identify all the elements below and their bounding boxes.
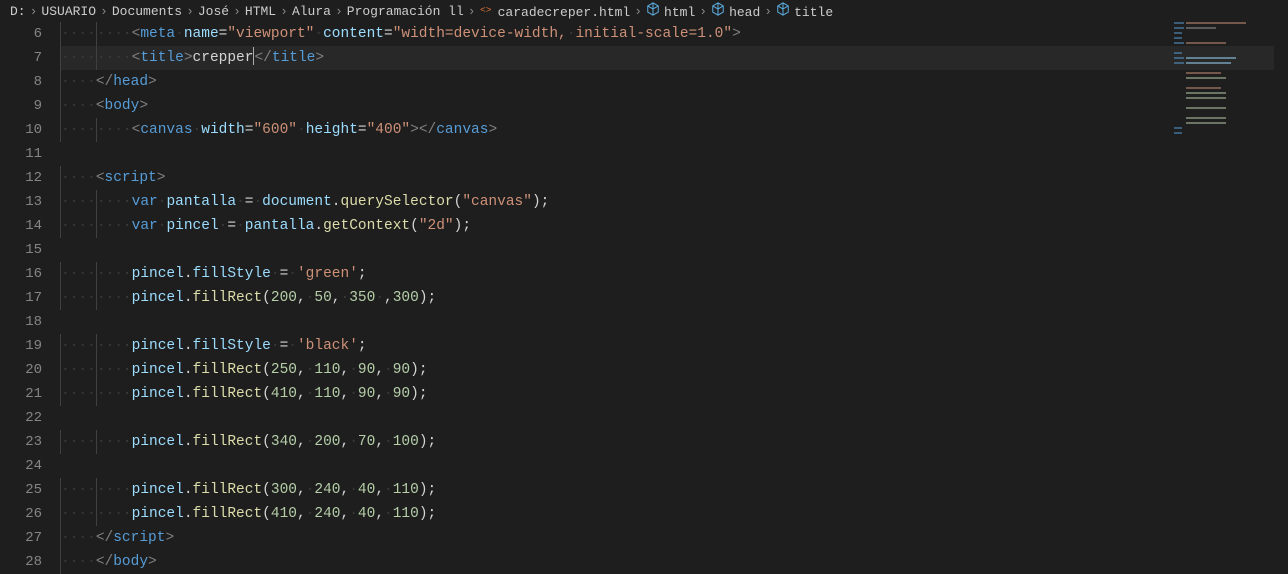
code-line[interactable]: ····</head> [60,70,1288,94]
breadcrumb-item[interactable]: José [198,4,229,19]
code-line[interactable]: ········var·pantalla·=·document.querySel… [60,190,1288,214]
line-number: 19 [0,334,42,358]
breadcrumb-item[interactable]: USUARIO [41,4,96,19]
breadcrumb-label: html [664,5,695,20]
chevron-right-icon: › [186,4,194,19]
line-number: 26 [0,502,42,526]
chevron-right-icon: › [699,4,707,19]
line-number: 6 [0,22,42,46]
breadcrumb-item[interactable]: title [776,2,833,20]
breadcrumb-item[interactable]: HTML [245,4,276,19]
breadcrumb-label: Documents [112,4,182,19]
code-line[interactable]: ········pincel.fillRect(300,·240,·40,·11… [60,478,1288,502]
chevron-right-icon: › [634,4,642,19]
line-number: 13 [0,190,42,214]
breadcrumb-item[interactable]: Documents [112,4,182,19]
symbol-icon [646,2,660,16]
chevron-right-icon: › [335,4,343,19]
breadcrumb-item[interactable]: Programación ll [347,4,464,19]
line-number: 25 [0,478,42,502]
code-line[interactable]: ········<title>crepper</title> [60,46,1288,70]
line-number: 23 [0,430,42,454]
code-line[interactable]: ········pincel.fillRect(340,·200,·70,·10… [60,430,1288,454]
code-line[interactable]: ········pincel.fillRect(200,·50,·350·,30… [60,286,1288,310]
line-number: 20 [0,358,42,382]
chevron-right-icon: › [100,4,108,19]
code-line[interactable]: ········var·pincel·=·pantalla.getContext… [60,214,1288,238]
breadcrumb-label: D: [10,4,26,19]
code-line[interactable]: ········<canvas·width="600"·height="400"… [60,118,1288,142]
breadcrumb-label: head [729,5,760,20]
code-line[interactable]: ····<body> [60,94,1288,118]
file-html-icon: <> [480,2,494,16]
code-line[interactable] [60,310,1288,334]
breadcrumb-label: Alura [292,4,331,19]
code-line[interactable]: ····</script> [60,526,1288,550]
line-number: 17 [0,286,42,310]
line-number: 15 [0,238,42,262]
breadcrumb[interactable]: D:›USUARIO›Documents›José›HTML›Alura›Pro… [0,0,1288,22]
chevron-right-icon: › [468,4,476,19]
code-line[interactable]: ········pincel.fillRect(250,·110,·90,·90… [60,358,1288,382]
code-line[interactable]: ····<script> [60,166,1288,190]
line-number: 22 [0,406,42,430]
line-number: 12 [0,166,42,190]
line-number: 7 [0,46,42,70]
breadcrumb-label: José [198,4,229,19]
breadcrumb-item[interactable]: Alura [292,4,331,19]
line-number: 28 [0,550,42,574]
symbol-icon [711,2,725,16]
code-line[interactable]: ········pincel.fillRect(410,·240,·40,·11… [60,502,1288,526]
minimap[interactable] [1174,22,1274,142]
breadcrumb-item[interactable]: head [711,2,760,20]
line-gutter: 6789101112131415161718192021222324252627… [0,22,60,574]
svg-text:<>: <> [480,5,492,16]
line-number: 14 [0,214,42,238]
breadcrumb-item[interactable]: <> caradecreper.html [480,2,631,20]
chevron-right-icon: › [233,4,241,19]
vertical-scrollbar[interactable] [1274,22,1288,574]
code-line[interactable]: ········pincel.fillStyle·=·'black'; [60,334,1288,358]
code-line[interactable] [60,238,1288,262]
code-content[interactable]: ········<meta·name="viewport"·content="w… [60,22,1288,574]
code-line[interactable]: ········pincel.fillStyle·=·'green'; [60,262,1288,286]
breadcrumb-label: Programación ll [347,4,464,19]
code-line[interactable] [60,454,1288,478]
chevron-right-icon: › [280,4,288,19]
line-number: 18 [0,310,42,334]
chevron-right-icon: › [764,4,772,19]
breadcrumb-label: caradecreper.html [498,5,631,20]
line-number: 21 [0,382,42,406]
line-number: 24 [0,454,42,478]
line-number: 8 [0,70,42,94]
line-number: 9 [0,94,42,118]
code-line[interactable]: ········pincel.fillRect(410,·110,·90,·90… [60,382,1288,406]
breadcrumb-item[interactable]: D: [10,4,26,19]
symbol-icon [776,2,790,16]
code-line[interactable]: ········<meta·name="viewport"·content="w… [60,22,1288,46]
line-number: 27 [0,526,42,550]
code-line[interactable]: ····</body> [60,550,1288,574]
line-number: 10 [0,118,42,142]
breadcrumb-item[interactable]: html [646,2,695,20]
editor-area[interactable]: 6789101112131415161718192021222324252627… [0,22,1288,574]
breadcrumb-label: HTML [245,4,276,19]
breadcrumb-label: USUARIO [41,4,96,19]
code-line[interactable] [60,142,1288,166]
chevron-right-icon: › [30,4,38,19]
line-number: 16 [0,262,42,286]
breadcrumb-label: title [794,5,833,20]
code-line[interactable] [60,406,1288,430]
line-number: 11 [0,142,42,166]
